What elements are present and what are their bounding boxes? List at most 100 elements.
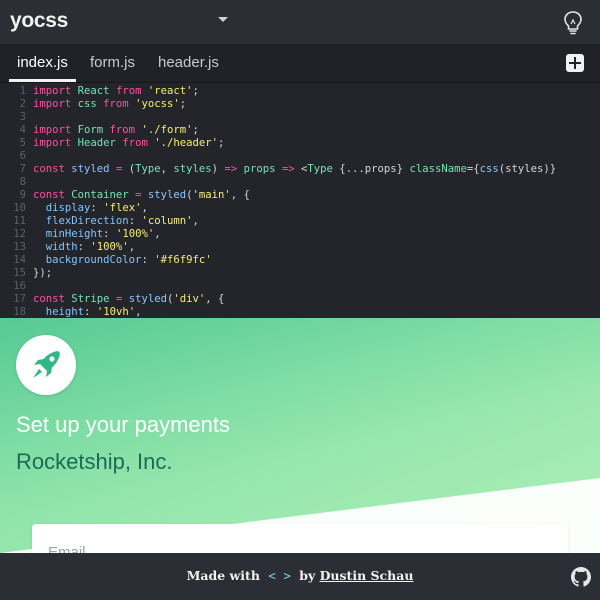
code-token: : [128,215,142,227]
code-token: styled [71,163,116,175]
code-token: => [281,163,301,175]
code-token: Container [71,189,136,201]
code-token: Stripe [71,293,116,305]
code-token: , [141,202,148,214]
tab-header-js[interactable]: header.js [158,44,219,82]
line-number: 14 [13,254,26,266]
code-token: height [45,306,85,318]
preview-pane: Set up your payments Rocketship, Inc. Em… [0,318,600,553]
code-token: ; [217,137,225,149]
code-token: minHeight [45,228,104,240]
top-bar: yocss [0,0,600,44]
line-number: 7 [19,163,26,175]
lightbulb-icon[interactable] [562,10,584,36]
code-token: '10vh' [96,306,136,318]
code-line: 18 height: '10vh', [0,306,141,318]
file-tab-bar: index.js form.js header.js [0,44,600,83]
code-token: , { [230,189,250,201]
code-token: ={ [466,163,480,175]
code-brackets-icon: < > [268,568,291,583]
code-line: 13 width: '100%', [0,241,135,254]
code-line: 7 const styled = (Type, styles) => props … [0,163,557,176]
code-token: React [77,85,116,97]
code-token: from [122,137,155,149]
code-line: 15}); [0,267,52,280]
code-line: 9 const Container = styled('main', { [0,189,250,202]
github-icon[interactable] [571,567,591,587]
line-number: 2 [19,98,26,110]
page-heading: Set up your payments [16,412,231,437]
chevron-down-icon[interactable] [218,17,228,22]
code-token: }); [33,267,53,279]
code-token: import [33,85,78,97]
code-line: 1 import React from 'react'; [0,85,199,98]
line-number: 11 [13,215,26,227]
line-number: 15 [13,267,26,279]
code-line: 4 import Form from './form'; [0,124,199,137]
code-line: 10 display: 'flex', [0,202,148,215]
code-token: 'column' [141,215,193,227]
code-line: 11 flexDirection: 'column', [0,215,199,228]
code-token: : [84,306,97,318]
code-token: './form' [141,124,193,136]
line-number: 4 [19,124,26,136]
payment-form-card: Email [32,524,568,553]
code-token: : [90,202,104,214]
line-number: 3 [19,111,26,123]
code-token: Type [135,163,161,175]
code-token: 'flex' [103,202,142,214]
code-token: Header [77,137,123,149]
code-line: 17 const Stripe = styled('div', { [0,293,224,306]
company-name: Rocketship, Inc. [16,449,173,474]
code-line: 2 import css from 'yocss'; [0,98,187,111]
code-token: const [33,293,72,305]
line-number: 13 [13,241,26,253]
code-line: 3 [0,111,33,124]
code-token: : [141,254,155,266]
code-token: flexDirection [45,215,129,227]
made-with-text: Made with [186,568,260,583]
code-token: from [103,98,136,110]
code-token: '#f6f9fc' [154,254,212,266]
code-line: 12 minHeight: '100%', [0,228,161,241]
made-with-credit: Made with < > by Dustin Schau [0,568,600,583]
code-token: , [154,228,161,240]
code-token: , [135,306,142,318]
author-link[interactable]: Dustin Schau [320,568,414,583]
app-title: yocss [10,9,69,32]
code-token: styled [147,189,187,201]
code-token: '100%' [115,228,155,240]
code-token: ; [192,85,199,97]
tab-form-js[interactable]: form.js [90,44,135,82]
code-token: , { [205,293,225,305]
email-field-label: Email [48,544,86,553]
code-token: : [77,241,91,253]
code-token: 'div' [173,293,206,305]
add-file-icon[interactable] [566,54,584,72]
code-token: import [33,137,78,149]
code-line: 6 [0,150,33,163]
rocket-icon [33,351,60,378]
code-token: Type [307,163,340,175]
line-number: 6 [19,150,26,162]
line-number: 8 [19,176,26,188]
code-token: 'react' [147,85,193,97]
line-number: 1 [19,85,26,97]
code-token: '100%' [90,241,129,253]
code-editor[interactable]: 1 import React from 'react'; 2 import css f… [0,83,600,318]
line-number: 17 [13,293,26,305]
code-line: 5 import Header from './header'; [0,137,225,150]
tab-index-js[interactable]: index.js [9,44,76,82]
line-number: 18 [13,306,26,318]
code-token: = [115,163,129,175]
line-number: 5 [19,137,26,149]
code-token: = [115,293,129,305]
code-token: 'yocss' [135,98,180,110]
code-token: from [109,124,142,136]
